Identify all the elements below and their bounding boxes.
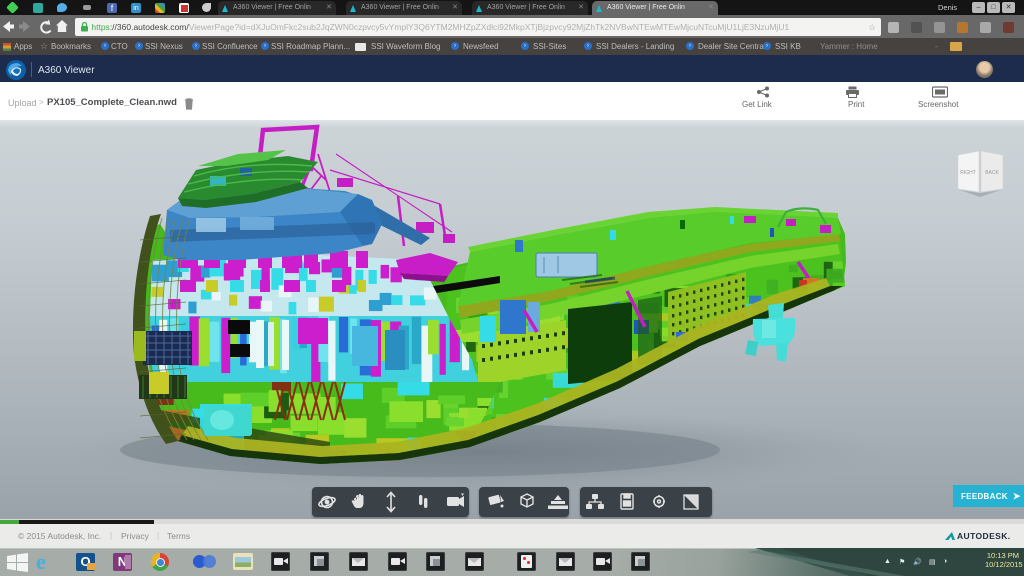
svg-text:BACK: BACK: [985, 170, 999, 176]
svg-text:RIGHT: RIGHT: [960, 170, 976, 176]
